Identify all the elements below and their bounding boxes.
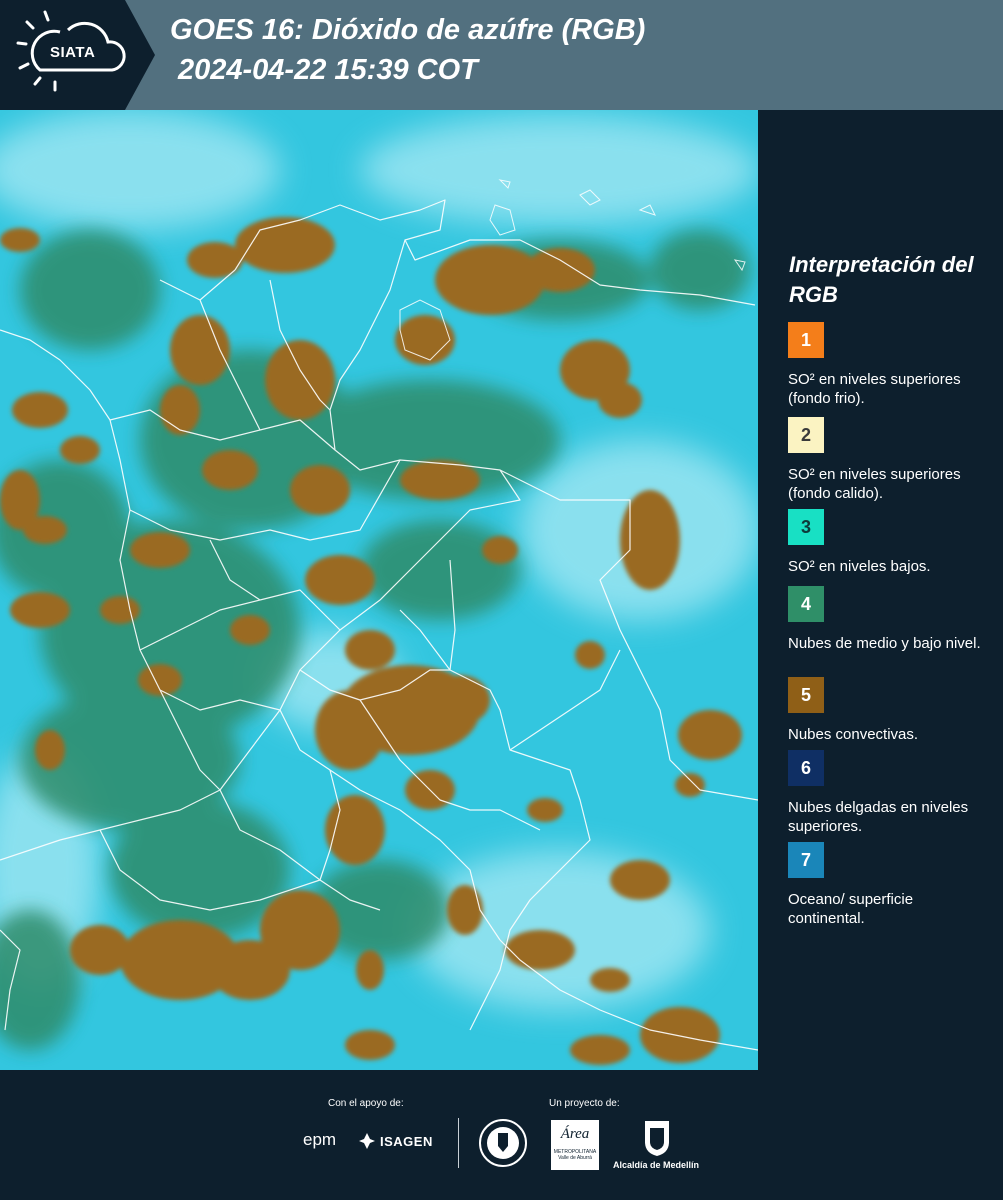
epm-logo: epm: [303, 1130, 337, 1149]
isagen-icon: [359, 1133, 375, 1149]
area-metropolitana-logo: Área METROPOLITANA Valle de Aburrá: [551, 1120, 599, 1170]
project-label: Un proyecto de:: [549, 1098, 620, 1109]
legend-label: Nubes delgadas en niveles superiores.: [788, 799, 969, 835]
legend-label: Nubes convectivas.: [788, 726, 919, 743]
footer-divider: [458, 1118, 459, 1168]
legend-label: Nubes de medio y bajo nivel.: [788, 635, 981, 652]
alcaldia-shield-icon: [645, 1121, 669, 1156]
legend-label: SO² en niveles bajos.: [788, 558, 931, 575]
legend-label: Oceano/ superficie continental.: [788, 891, 914, 927]
area-logo-sub2: Valle de Aburrá: [558, 1155, 592, 1161]
legend-swatch: 1: [788, 322, 824, 358]
medellin-seal-icon: [479, 1119, 527, 1167]
support-label: Con el apoyo de:: [328, 1098, 404, 1109]
legend-swatch: 6: [788, 750, 824, 786]
footer: Con el apoyo de: Un proyecto de: epm ISA…: [0, 1070, 1003, 1200]
alcaldia-logo: Alcaldía de Medellín: [613, 1160, 700, 1170]
legend-item: 1 SO² en niveles superiores (fondo frio)…: [788, 322, 993, 408]
legend-swatch: 5: [788, 677, 824, 713]
legend-item: 4 Nubes de medio y bajo nivel.: [788, 586, 993, 653]
satellite-map[interactable]: [0, 110, 758, 1070]
page-timestamp: 2024-04-22 15:39 COT: [178, 54, 478, 86]
siata-logo-text: SIATA: [50, 44, 96, 61]
legend-swatch: 4: [788, 586, 824, 622]
page-title: GOES 16: Dióxido de azúfre (RGB): [170, 14, 646, 46]
legend-item: 3 SO² en niveles bajos.: [788, 509, 993, 576]
legend-swatch: 2: [788, 417, 824, 453]
legend-label: SO² en niveles superiores (fondo calido)…: [788, 466, 961, 502]
map-image: [0, 110, 758, 1070]
header: SIATA GOES 16: Dióxido de azúfre (RGB) 2…: [0, 0, 1003, 110]
isagen-logo: ISAGEN: [380, 1134, 433, 1149]
legend-swatch: 7: [788, 842, 824, 878]
legend-swatch: 3: [788, 509, 824, 545]
legend-item: 6 Nubes delgadas en niveles superiores.: [788, 750, 993, 836]
area-logo-text: Área: [560, 1126, 590, 1142]
legend-title: Interpretación del RGB: [789, 252, 974, 307]
legend-item: 2 SO² en niveles superiores (fondo calid…: [788, 417, 993, 503]
legend-item: 5 Nubes convectivas.: [788, 677, 993, 744]
legend-panel: Interpretación del RGB 1 SO² en niveles …: [760, 110, 1003, 1070]
legend-item: 7 Oceano/ superficie continental.: [788, 842, 993, 928]
legend-label: SO² en niveles superiores (fondo frio).: [788, 371, 961, 407]
